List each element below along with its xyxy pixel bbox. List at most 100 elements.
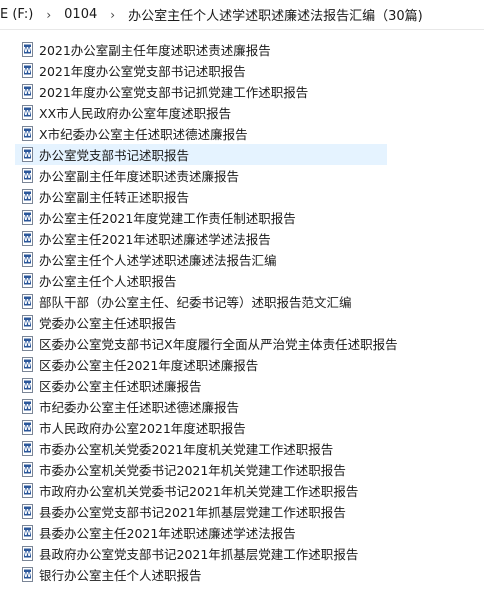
file-row[interactable]: W 县政府办公室党支部书记2021年抓基层党建工作述职报告 (0, 543, 484, 564)
svg-text:W: W (24, 550, 32, 558)
svg-text:W: W (24, 109, 32, 117)
svg-text:W: W (24, 571, 32, 579)
word-document-icon: W (21, 357, 34, 372)
file-name: 区委办公室主任2021年度述职述廉报告 (39, 358, 259, 373)
file-name: 部队干部（办公室主任、纪委书记等）述职报告范文汇编 (39, 295, 352, 310)
breadcrumb: E (F:) › 0104 › 办公室主任个人述学述职述廉述法报告汇编（30篇) (0, 0, 484, 30)
word-document-icon: W (21, 105, 34, 120)
word-document-icon: W (21, 399, 34, 414)
file-row[interactable]: W 党委办公室主任述职报告 (0, 312, 484, 333)
word-document-icon: W (21, 546, 34, 561)
svg-text:W: W (24, 172, 32, 180)
word-document-icon: W (21, 231, 34, 246)
file-name: 区委办公室主任述职述廉报告 (39, 379, 202, 394)
file-name: XX市人民政府办公室年度述职报告 (39, 106, 232, 121)
file-row[interactable]: W 银行办公室主任个人述职报告 (0, 564, 484, 585)
file-row[interactable]: W 区委办公室主任述职述廉报告 (0, 375, 484, 396)
breadcrumb-item[interactable]: 0104 (61, 7, 100, 22)
file-name: 市委办公室机关党委书记2021年机关党建工作述职报告 (39, 463, 346, 478)
file-row[interactable]: W 办公室主任个人述学述职述廉述法报告汇编 (0, 249, 484, 270)
file-row[interactable]: W 2021办公室副主任年度述职述责述廉报告 (0, 39, 484, 60)
svg-text:W: W (24, 235, 32, 243)
word-document-icon: W (21, 504, 34, 519)
file-row[interactable]: W 办公室主任个人述职报告 (0, 270, 484, 291)
file-name: 办公室党支部书记述职报告 (39, 148, 190, 163)
svg-text:W: W (24, 256, 32, 264)
file-name: 办公室主任个人述学述职述廉述法报告汇编 (39, 253, 277, 268)
file-row[interactable]: W 办公室副主任年度述职述责述廉报告 (0, 165, 484, 186)
word-document-icon: W (21, 441, 34, 456)
word-document-icon: W (21, 420, 34, 435)
file-row[interactable]: W 市委办公室机关党委书记2021年机关党建工作述职报告 (0, 459, 484, 480)
file-row[interactable]: W 办公室副主任转正述职报告 (0, 186, 484, 207)
file-row[interactable]: W 市人民政府办公室2021年度述职报告 (0, 417, 484, 438)
file-name: 县委办公室主任2021年述职述廉述学述法报告 (39, 526, 296, 541)
file-name: 区委办公室党支部书记X年度履行全面从严治党主体责任述职报告 (39, 337, 398, 352)
svg-text:W: W (24, 319, 32, 327)
word-document-icon: W (21, 294, 34, 309)
svg-text:W: W (24, 445, 32, 453)
file-row[interactable]: W 2021年度办公室党支部书记抓党建工作述职报告 (0, 81, 484, 102)
file-row[interactable]: W 区委办公室主任2021年度述职述廉报告 (0, 354, 484, 375)
word-document-icon: W (21, 462, 34, 477)
file-row[interactable]: W 区委办公室党支部书记X年度履行全面从严治党主体责任述职报告 (0, 333, 484, 354)
file-name: X市纪委办公室主任述职述德述廉报告 (39, 127, 248, 142)
word-document-icon: W (21, 84, 34, 99)
file-row[interactable]: W 办公室主任2021年度党建工作责任制述职报告 (0, 207, 484, 228)
file-row[interactable]: W 办公室党支部书记述职报告 (0, 144, 484, 165)
file-name: 县委办公室党支部书记2021年抓基层党建工作述职报告 (39, 505, 346, 520)
word-document-icon: W (21, 567, 34, 582)
svg-text:W: W (24, 424, 32, 432)
file-row[interactable]: W XX市人民政府办公室年度述职报告 (0, 102, 484, 123)
svg-text:W: W (24, 529, 32, 537)
file-name: 办公室主任2021年度党建工作责任制述职报告 (39, 211, 296, 226)
file-row[interactable]: W 县委办公室党支部书记2021年抓基层党建工作述职报告 (0, 501, 484, 522)
file-name: 2021年度办公室党支部书记抓党建工作述职报告 (39, 85, 309, 100)
svg-text:W: W (24, 382, 32, 390)
file-name: 党委办公室主任述职报告 (39, 316, 177, 331)
file-name: 办公室主任2021年述职述廉述学述法报告 (39, 232, 271, 247)
word-document-icon: W (21, 483, 34, 498)
file-row[interactable]: W 市纪委办公室主任述职述德述廉报告 (0, 396, 484, 417)
file-name: 县政府办公室党支部书记2021年抓基层党建工作述职报告 (39, 547, 359, 562)
file-row[interactable]: W 2021年度办公室党支部书记述职报告 (0, 60, 484, 81)
word-document-icon: W (21, 63, 34, 78)
breadcrumb-item[interactable]: 办公室主任个人述学述职述廉述法报告汇编（30篇) (125, 5, 426, 24)
word-document-icon: W (21, 189, 34, 204)
file-name: 2021办公室副主任年度述职述责述廉报告 (39, 43, 271, 58)
svg-text:W: W (24, 361, 32, 369)
file-row[interactable]: W 县委办公室主任2021年述职述廉述学述法报告 (0, 522, 484, 543)
word-document-icon: W (21, 126, 34, 141)
svg-text:W: W (24, 46, 32, 54)
file-name: 市纪委办公室主任述职述德述廉报告 (39, 400, 240, 415)
svg-text:W: W (24, 466, 32, 474)
file-row[interactable]: W 市政府办公室机关党委书记2021年机关党建工作述职报告 (0, 480, 484, 501)
breadcrumb-item[interactable]: E (F:) (0, 7, 36, 22)
file-name: 市政府办公室机关党委书记2021年机关党建工作述职报告 (39, 484, 359, 499)
svg-text:W: W (24, 298, 32, 306)
svg-text:W: W (24, 403, 32, 411)
word-document-icon: W (21, 42, 34, 57)
word-document-icon: W (21, 147, 34, 162)
file-name: 办公室主任个人述职报告 (39, 274, 177, 289)
svg-text:W: W (24, 214, 32, 222)
file-row[interactable]: W X市纪委办公室主任述职述德述廉报告 (0, 123, 484, 144)
word-document-icon: W (21, 252, 34, 267)
breadcrumb-separator: › (46, 7, 52, 22)
svg-text:W: W (24, 67, 32, 75)
svg-text:W: W (24, 340, 32, 348)
file-row[interactable]: W 市委办公室机关党委2021年度机关党建工作述职报告 (0, 438, 484, 459)
file-row[interactable]: W 部队干部（办公室主任、纪委书记等）述职报告范文汇编 (0, 291, 484, 312)
svg-text:W: W (24, 88, 32, 96)
file-name: 市委办公室机关党委2021年度机关党建工作述职报告 (39, 442, 334, 457)
word-document-icon: W (21, 525, 34, 540)
word-document-icon: W (21, 168, 34, 183)
file-name: 办公室副主任转正述职报告 (39, 190, 190, 205)
breadcrumb-separator: › (110, 7, 116, 22)
word-document-icon: W (21, 378, 34, 393)
svg-text:W: W (24, 277, 32, 285)
svg-text:W: W (24, 487, 32, 495)
word-document-icon: W (21, 336, 34, 351)
svg-text:W: W (24, 151, 32, 159)
file-row[interactable]: W 办公室主任2021年述职述廉述学述法报告 (0, 228, 484, 249)
